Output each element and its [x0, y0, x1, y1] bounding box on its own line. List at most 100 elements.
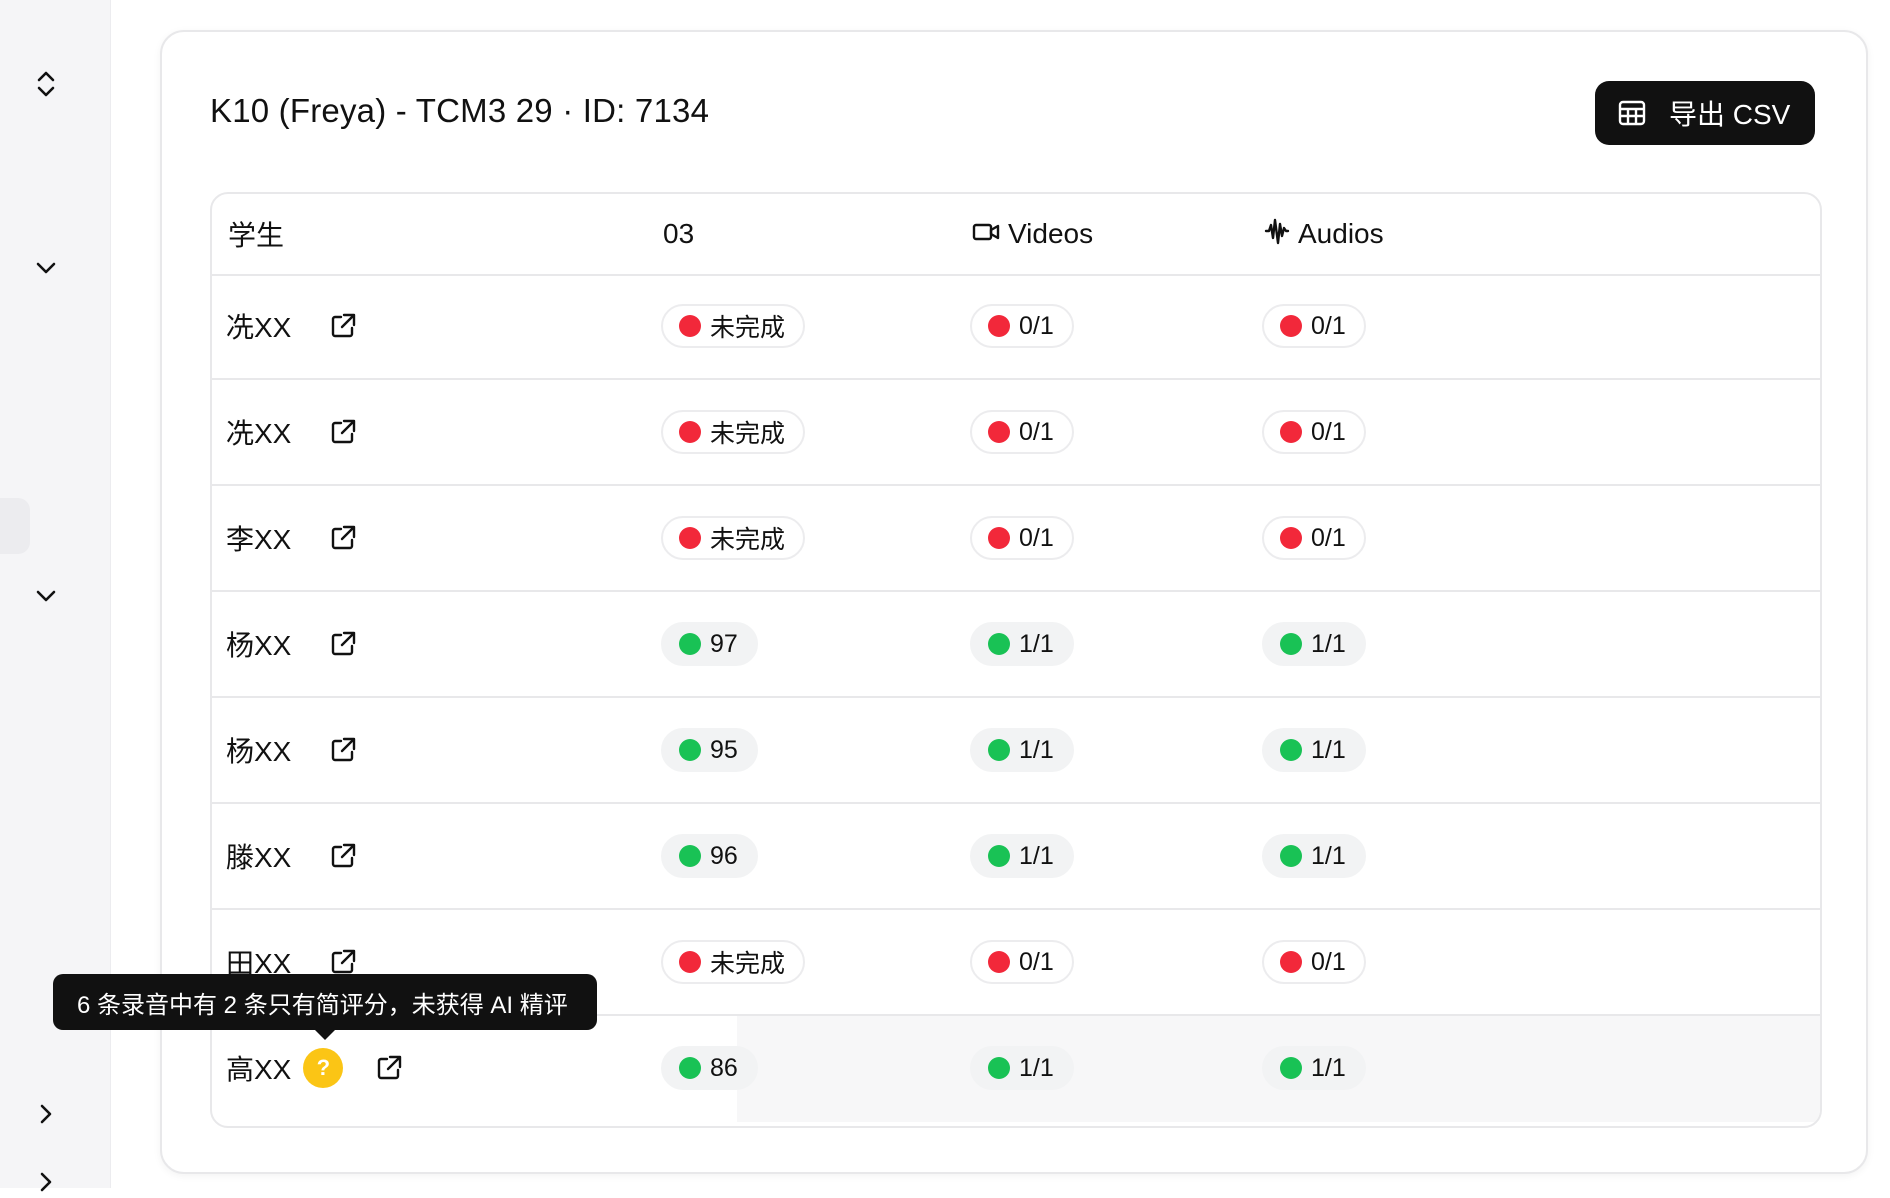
audios-status-badge: 1/1 [1262, 1046, 1366, 1090]
status-dot-icon [679, 527, 701, 549]
audios-status-badge: 1/1 [1262, 622, 1366, 666]
lesson-cell: 未完成 [661, 380, 806, 484]
external-link-icon[interactable] [329, 842, 357, 870]
table-row[interactable]: 李XX 未完成 0/1 0/1 [212, 486, 1820, 592]
status-dot-icon [988, 739, 1010, 761]
student-cell: 杨XX [226, 698, 357, 802]
column-header-student: 学生 [228, 220, 285, 251]
student-name[interactable]: 高XX [226, 1048, 291, 1088]
audios-status-badge: 0/1 [1262, 516, 1366, 560]
videos-cell: 1/1 [970, 592, 1074, 696]
chevron-right-icon[interactable] [30, 1098, 62, 1130]
student-name[interactable]: 冼XX [226, 412, 291, 452]
status-dot-icon [679, 739, 701, 761]
lesson-cell: 97 [661, 592, 758, 696]
external-link-icon[interactable] [329, 524, 357, 552]
external-link-icon[interactable] [329, 736, 357, 764]
status-dot-icon [988, 633, 1010, 655]
student-name[interactable]: 冼XX [226, 306, 291, 346]
chevron-up-down-icon[interactable] [30, 68, 62, 100]
status-dot-icon [679, 1057, 701, 1079]
videos-cell: 0/1 [970, 486, 1074, 590]
lesson-cell: 96 [661, 804, 758, 908]
student-name[interactable]: 滕XX [226, 836, 291, 876]
sidebar-selected-pill[interactable] [0, 498, 30, 554]
status-dot-icon [1280, 845, 1302, 867]
student-cell: 杨XX [226, 592, 357, 696]
videos-status-badge: 1/1 [970, 834, 1074, 878]
videos-cell: 1/1 [970, 804, 1074, 908]
table-row[interactable]: 高XX ? 86 1/1 1/1 [212, 1016, 1820, 1122]
status-dot-icon [988, 421, 1010, 443]
table-grid-icon [1617, 98, 1647, 128]
external-link-icon[interactable] [329, 312, 357, 340]
audios-cell: 0/1 [1262, 274, 1366, 378]
chevron-right-icon[interactable] [30, 1166, 62, 1198]
help-icon[interactable]: ? [303, 1048, 344, 1088]
audios-status-badge: 1/1 [1262, 728, 1366, 772]
audio-wave-icon [1264, 216, 1290, 253]
lesson-status-badge: 97 [661, 622, 758, 666]
status-dot-icon [988, 315, 1010, 337]
videos-status-badge: 0/1 [970, 304, 1074, 348]
videos-cell: 0/1 [970, 910, 1074, 1014]
status-dot-icon [988, 1057, 1010, 1079]
status-dot-icon [988, 845, 1010, 867]
page-title: K10 (Freya) - TCM3 29 · ID: 7134 [210, 92, 710, 129]
lesson-status-badge: 96 [661, 834, 758, 878]
audios-status-badge: 0/1 [1262, 940, 1366, 984]
audios-status-badge: 0/1 [1262, 410, 1366, 454]
chevron-down-icon[interactable] [30, 580, 62, 612]
column-header-videos: Videos [972, 194, 1093, 274]
student-name[interactable]: 杨XX [226, 730, 291, 770]
chevron-down-icon[interactable] [30, 252, 62, 284]
export-csv-label: 导出 CSV [1669, 99, 1791, 130]
lesson-status-badge: 未完成 [661, 516, 806, 560]
video-camera-icon [972, 218, 1000, 250]
status-dot-icon [679, 315, 701, 337]
column-header-audios: Audios [1264, 194, 1384, 274]
student-cell: 滕XX [226, 804, 357, 908]
videos-status-badge: 1/1 [970, 622, 1074, 666]
lesson-status-badge: 未完成 [661, 940, 806, 984]
student-cell: 李XX [226, 486, 357, 590]
lesson-status-badge: 95 [661, 728, 758, 772]
status-dot-icon [679, 951, 701, 973]
audios-cell: 1/1 [1262, 1016, 1366, 1120]
lesson-status-badge: 86 [661, 1046, 758, 1090]
lesson-cell: 86 [661, 1016, 758, 1120]
status-dot-icon [988, 527, 1010, 549]
table-row[interactable]: 冼XX 未完成 0/1 0/1 [212, 274, 1820, 380]
external-link-icon[interactable] [375, 1054, 403, 1082]
export-csv-button[interactable]: 导出 CSV [1595, 81, 1815, 145]
lesson-cell: 未完成 [661, 274, 806, 378]
status-dot-icon [1280, 739, 1302, 761]
student-name[interactable]: 李XX [226, 518, 291, 558]
table-row[interactable]: 杨XX 97 1/1 1/1 [212, 592, 1820, 698]
status-dot-icon [679, 421, 701, 443]
table-row[interactable]: 滕XX 96 1/1 1/1 [212, 804, 1820, 910]
audios-cell: 0/1 [1262, 486, 1366, 590]
lesson-status-badge: 未完成 [661, 304, 806, 348]
student-cell: 冼XX [226, 380, 357, 484]
external-link-icon[interactable] [329, 418, 357, 446]
external-link-icon[interactable] [329, 630, 357, 658]
student-name[interactable]: 杨XX [226, 624, 291, 664]
audios-cell: 0/1 [1262, 380, 1366, 484]
lesson-cell: 95 [661, 698, 758, 802]
status-dot-icon [988, 951, 1010, 973]
table-row[interactable]: 冼XX 未完成 0/1 0/1 [212, 380, 1820, 486]
videos-status-badge: 1/1 [970, 728, 1074, 772]
status-dot-icon [1280, 421, 1302, 443]
table-row[interactable]: 杨XX 95 1/1 1/1 [212, 698, 1820, 804]
videos-status-badge: 0/1 [970, 516, 1074, 560]
audios-cell: 1/1 [1262, 592, 1366, 696]
videos-cell: 0/1 [970, 274, 1074, 378]
audios-cell: 1/1 [1262, 698, 1366, 802]
status-dot-icon [1280, 633, 1302, 655]
videos-status-badge: 0/1 [970, 410, 1074, 454]
audios-status-badge: 1/1 [1262, 834, 1366, 878]
audios-cell: 0/1 [1262, 910, 1366, 1014]
audios-status-badge: 0/1 [1262, 304, 1366, 348]
external-link-icon[interactable] [329, 948, 357, 976]
